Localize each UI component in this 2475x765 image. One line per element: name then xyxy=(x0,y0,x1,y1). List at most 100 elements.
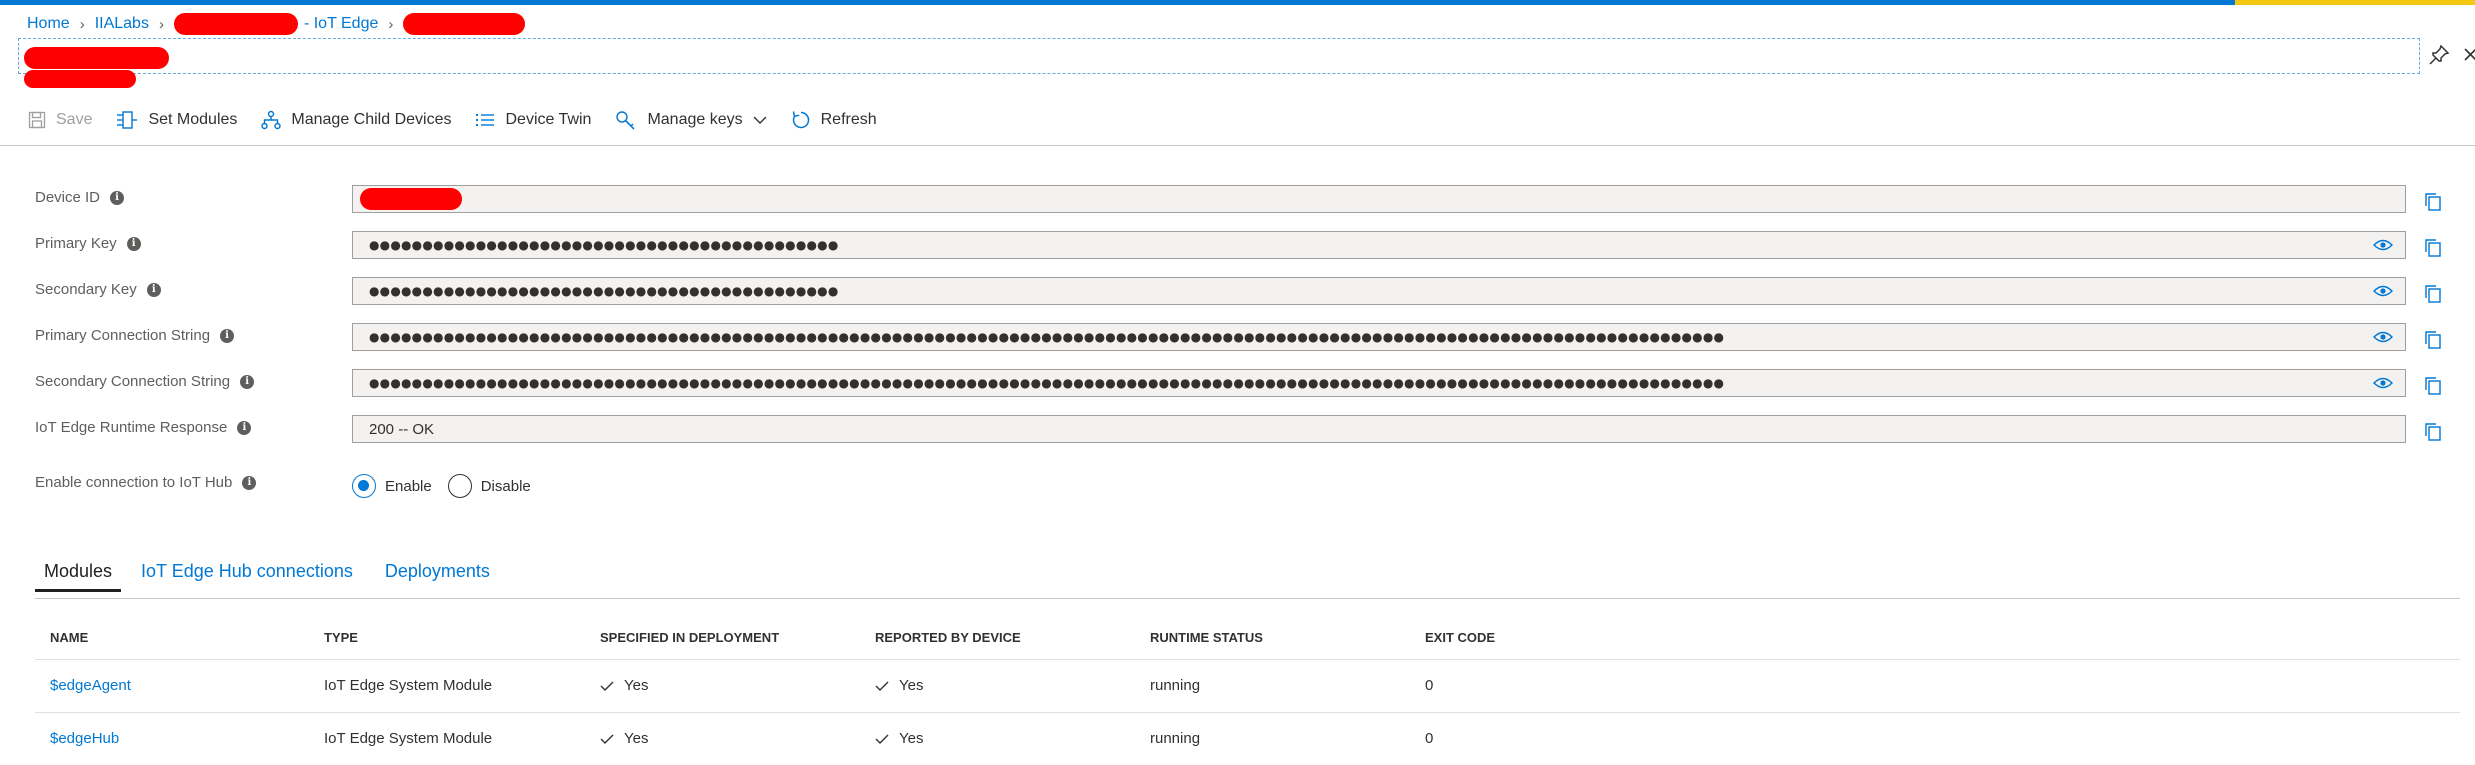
secondary-key-field[interactable]: ●●●●●●●●●●●●●●●●●●●●●●●●●●●●●●●●●●●●●●●●… xyxy=(352,277,2406,305)
secondary-connection-string-row: Secondary Connection String i ●●●●●●●●●●… xyxy=(0,369,2475,401)
check-icon xyxy=(600,734,614,744)
eye-icon[interactable] xyxy=(2373,284,2393,298)
toolbar-divider xyxy=(0,145,2475,146)
secondary-connection-string-field[interactable]: ●●●●●●●●●●●●●●●●●●●●●●●●●●●●●●●●●●●●●●●●… xyxy=(352,369,2406,397)
check-icon xyxy=(875,681,889,691)
device-twin-button[interactable]: Device Twin xyxy=(475,111,591,129)
secondary-key-value: ●●●●●●●●●●●●●●●●●●●●●●●●●●●●●●●●●●●●●●●●… xyxy=(369,284,839,298)
primary-key-label: Primary Key xyxy=(35,235,117,252)
chevron-right-icon: › xyxy=(79,15,85,33)
module-specified-cell: Yes xyxy=(600,677,648,694)
eye-icon[interactable] xyxy=(2373,330,2393,344)
info-icon[interactable]: i xyxy=(240,374,255,389)
device-id-field[interactable] xyxy=(352,185,2406,213)
info-icon[interactable]: i xyxy=(237,420,252,435)
copy-icon[interactable] xyxy=(2424,330,2442,350)
col-header-name[interactable]: NAME xyxy=(50,630,88,645)
key-icon xyxy=(616,111,636,130)
tab-modules[interactable]: Modules xyxy=(35,556,122,592)
primary-key-row: Primary Key i ●●●●●●●●●●●●●●●●●●●●●●●●●●… xyxy=(0,231,2475,263)
enable-radio[interactable] xyxy=(352,474,376,498)
set-modules-button[interactable]: Set Modules xyxy=(116,110,237,130)
save-icon xyxy=(28,111,46,129)
primary-connection-string-label-wrap: Primary Connection String i xyxy=(35,327,235,344)
info-icon[interactable]: i xyxy=(146,282,161,297)
col-header-reported[interactable]: REPORTED BY DEVICE xyxy=(875,630,1021,645)
device-twin-label: Device Twin xyxy=(505,111,592,128)
refresh-label: Refresh xyxy=(820,111,877,128)
save-button[interactable]: Save xyxy=(28,111,92,129)
check-icon xyxy=(875,734,889,744)
module-name-link[interactable]: $edgeAgent xyxy=(50,677,131,694)
tab-iot-edge-hub-connections[interactable]: IoT Edge Hub connections xyxy=(132,556,362,592)
page-title-area xyxy=(18,38,2420,74)
module-reported-value: Yes xyxy=(899,677,924,694)
primary-connection-string-value: ●●●●●●●●●●●●●●●●●●●●●●●●●●●●●●●●●●●●●●●●… xyxy=(369,330,1725,344)
chevron-down-icon xyxy=(753,116,767,124)
manage-keys-button[interactable]: Manage keys xyxy=(615,110,767,130)
module-specified-cell: Yes xyxy=(600,730,648,747)
disable-radio[interactable] xyxy=(447,474,472,498)
breadcrumb-iot-edge[interactable]: - IoT Edge xyxy=(304,15,378,33)
module-reported-cell: Yes xyxy=(875,677,923,694)
enable-radio-label: Enable xyxy=(385,477,432,495)
eye-icon[interactable] xyxy=(2373,238,2393,252)
module-name-cell: $edgeAgent xyxy=(50,677,131,694)
disable-radio-option[interactable]: Disable xyxy=(447,474,531,498)
runtime-response-row: IoT Edge Runtime Response i 200 -- OK xyxy=(0,415,2475,447)
runtime-response-value: 200 -- OK xyxy=(369,420,435,438)
breadcrumb-hub[interactable]: IIALabs xyxy=(95,15,149,33)
command-bar: Save Set Modules Manage Child Devices De… xyxy=(28,104,901,136)
tabs-divider xyxy=(35,598,2460,599)
table-row[interactable]: $edgeHub IoT Edge System Module Yes Yes … xyxy=(35,712,2460,765)
runtime-response-field[interactable]: 200 -- OK xyxy=(352,415,2406,443)
module-status-cell: running xyxy=(1150,677,1201,694)
eye-icon[interactable] xyxy=(2373,376,2393,390)
breadcrumb: Home › IIALabs › - IoT Edge › xyxy=(27,12,526,36)
top-accent-bar xyxy=(0,0,2475,5)
secondary-key-label-wrap: Secondary Key i xyxy=(35,281,161,298)
chevron-right-icon: › xyxy=(158,15,164,33)
breadcrumb-home[interactable]: Home xyxy=(27,15,70,33)
redacted-device-name[interactable] xyxy=(403,13,526,35)
manage-child-devices-button[interactable]: Manage Child Devices xyxy=(261,110,451,130)
primary-connection-string-field[interactable]: ●●●●●●●●●●●●●●●●●●●●●●●●●●●●●●●●●●●●●●●●… xyxy=(352,323,2406,351)
module-exit-code-cell: 0 xyxy=(1425,677,1434,694)
device-id-row: Device ID i xyxy=(0,185,2475,217)
module-name-link[interactable]: $edgeHub xyxy=(50,730,119,747)
info-icon[interactable]: i xyxy=(242,475,257,490)
copy-icon[interactable] xyxy=(2424,238,2442,258)
enable-radio-option[interactable]: Enable xyxy=(352,474,432,498)
primary-key-field[interactable]: ●●●●●●●●●●●●●●●●●●●●●●●●●●●●●●●●●●●●●●●●… xyxy=(352,231,2406,259)
enable-connection-label-wrap: Enable connection to IoT Hub i xyxy=(35,474,257,491)
secondary-connection-string-label: Secondary Connection String xyxy=(35,373,231,390)
redacted-page-subtitle xyxy=(24,70,136,88)
col-header-specified[interactable]: SPECIFIED IN DEPLOYMENT xyxy=(600,630,779,645)
redacted-hub-name xyxy=(173,13,298,35)
copy-icon[interactable] xyxy=(2424,284,2442,304)
secondary-connection-string-label-wrap: Secondary Connection String i xyxy=(35,373,255,390)
info-icon[interactable]: i xyxy=(110,190,125,205)
copy-icon[interactable] xyxy=(2424,422,2442,442)
primary-connection-string-label: Primary Connection String xyxy=(35,327,211,344)
disable-radio-label: Disable xyxy=(480,477,531,495)
col-header-runtime-status[interactable]: RUNTIME STATUS xyxy=(1150,630,1263,645)
info-icon[interactable]: i xyxy=(220,328,235,343)
table-row[interactable]: $edgeAgent IoT Edge System Module Yes Ye… xyxy=(35,659,2460,712)
manage-child-devices-label: Manage Child Devices xyxy=(291,111,452,128)
info-icon[interactable]: i xyxy=(126,236,141,251)
tab-deployments[interactable]: Deployments xyxy=(376,556,499,592)
manage-keys-label: Manage keys xyxy=(647,111,743,128)
pin-icon[interactable] xyxy=(2428,44,2450,66)
save-label: Save xyxy=(56,111,93,128)
col-header-type[interactable]: TYPE xyxy=(324,630,358,645)
copy-icon[interactable] xyxy=(2424,192,2442,212)
close-icon[interactable] xyxy=(2462,44,2475,66)
col-header-exit-code[interactable]: EXIT CODE xyxy=(1425,630,1495,645)
module-type-cell: IoT Edge System Module xyxy=(324,677,493,694)
copy-icon[interactable] xyxy=(2424,376,2442,396)
device-id-label-wrap: Device ID i xyxy=(35,189,125,206)
enable-connection-label: Enable connection to IoT Hub xyxy=(35,474,233,491)
refresh-button[interactable]: Refresh xyxy=(791,110,877,130)
primary-connection-string-row: Primary Connection String i ●●●●●●●●●●●●… xyxy=(0,323,2475,355)
